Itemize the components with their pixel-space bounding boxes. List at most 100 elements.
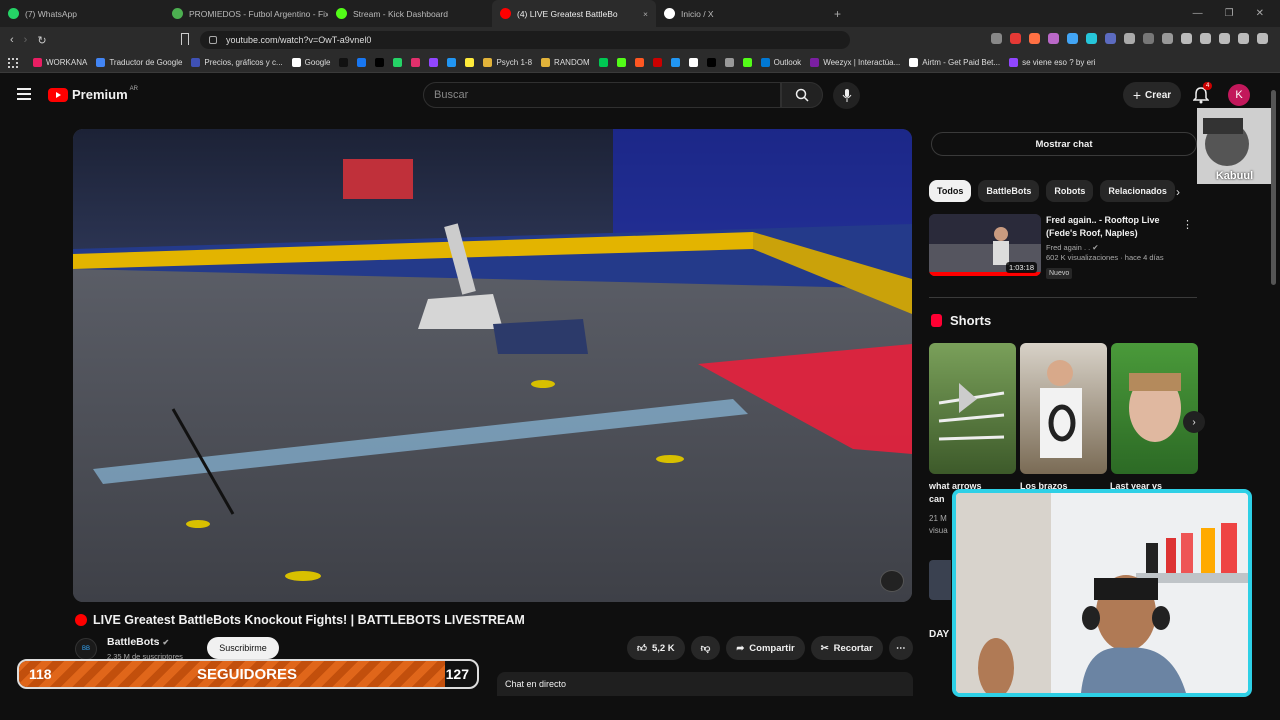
browser-tab[interactable]: (7) WhatsApp <box>0 0 164 27</box>
channel-name[interactable]: BattleBots ✔ <box>107 636 183 648</box>
followers-goal: 127 <box>445 666 469 682</box>
extension-icon[interactable] <box>1124 33 1135 44</box>
bookmark-item[interactable] <box>465 58 475 67</box>
bookmark-item[interactable]: Outlook <box>760 58 801 67</box>
bookmark-item[interactable] <box>357 58 367 67</box>
recommended-video[interactable]: 1:03:18 Fred again.. - Rooftop Live (Fed… <box>929 214 1197 279</box>
bookmark-page-icon[interactable] <box>181 33 189 45</box>
extension-icon[interactable] <box>1029 33 1040 44</box>
apps-grid-icon[interactable] <box>8 57 18 68</box>
rec-title[interactable]: Fred again.. - Rooftop Live (Fede's Roof… <box>1046 214 1184 240</box>
partial-thumbnail[interactable] <box>929 560 951 600</box>
extension-icon[interactable] <box>1162 33 1173 44</box>
browser-tab[interactable]: Inicio / X <box>656 0 820 27</box>
menu-icon[interactable] <box>1257 33 1268 44</box>
extension-icon[interactable] <box>1086 33 1097 44</box>
extension-icon[interactable] <box>1048 33 1059 44</box>
minimize-icon[interactable]: — <box>1193 8 1203 19</box>
extension-icon[interactable] <box>1143 33 1154 44</box>
account-avatar[interactable]: K <box>1228 84 1250 106</box>
filter-chip[interactable]: BattleBots <box>978 180 1040 202</box>
search-button[interactable] <box>781 82 823 108</box>
video-player[interactable] <box>73 129 912 602</box>
bookmark-item[interactable] <box>598 58 608 67</box>
short-thumbnail[interactable] <box>929 343 1016 474</box>
bookmark-item[interactable] <box>393 58 403 67</box>
browser-tab[interactable]: PROMIEDOS - Futbol Argentino - Fix <box>164 0 328 27</box>
site-info-icon[interactable] <box>209 36 217 44</box>
new-tab-icon[interactable]: + <box>820 7 855 21</box>
short-thumbnail[interactable] <box>1020 343 1107 474</box>
bookmark-item[interactable]: Precios, gráficos y c... <box>191 58 283 67</box>
extension-icon[interactable] <box>1010 33 1021 44</box>
bookmark-label: Traductor de Google <box>109 58 183 67</box>
forward-icon[interactable]: › <box>24 34 28 47</box>
filter-chip[interactable]: Robots <box>1046 180 1094 202</box>
partial-title[interactable]: DAY <box>929 629 949 640</box>
hamburger-menu-icon[interactable] <box>17 88 31 100</box>
create-button[interactable]: + Crear <box>1123 82 1181 108</box>
bookmark-item[interactable] <box>634 58 644 67</box>
extension-icon[interactable] <box>1067 33 1078 44</box>
more-actions-button[interactable]: ⋯ <box>888 636 913 660</box>
show-chat-button[interactable]: Mostrar chat <box>931 132 1197 156</box>
bookmark-item[interactable] <box>724 58 734 67</box>
bookmark-item[interactable] <box>742 58 752 67</box>
subscribe-button[interactable]: Suscribirme <box>207 637 279 659</box>
like-button[interactable]: 👍︎ 5,2 K <box>627 636 685 660</box>
music-icon[interactable] <box>1181 33 1192 44</box>
tab-favicon-icon <box>172 8 183 19</box>
bookmark-item[interactable]: Google <box>291 58 330 67</box>
bookmark-item[interactable]: WORKANA <box>33 58 87 67</box>
more-vert-icon[interactable]: ⋮ <box>1182 218 1193 231</box>
extension-icon[interactable] <box>1105 33 1116 44</box>
rec-channel[interactable]: Fred again . . ✔ <box>1046 243 1184 252</box>
bookmark-item[interactable]: Psych 1-8 <box>483 58 532 67</box>
bookmark-item[interactable] <box>447 58 457 67</box>
browser-tab[interactable]: (4) LIVE Greatest BattleBo × <box>492 0 656 27</box>
bookmark-item[interactable] <box>706 58 716 67</box>
bookmark-item[interactable]: se viene eso ? by eri <box>1009 58 1095 67</box>
bookmark-favicon-icon <box>465 58 475 67</box>
extension-icon[interactable] <box>991 33 1002 44</box>
close-tab-icon[interactable]: × <box>643 9 648 19</box>
live-chat-bar[interactable]: Chat en directo <box>497 672 913 696</box>
bookmark-item[interactable]: Traductor de Google <box>96 58 182 67</box>
bookmark-item[interactable] <box>429 58 439 67</box>
filter-chip[interactable]: Relacionados <box>1100 180 1175 202</box>
vpn-icon[interactable] <box>1238 33 1249 44</box>
clip-button[interactable]: ✂ Recortar <box>810 636 883 660</box>
dislike-button[interactable]: 👎︎ <box>690 636 721 660</box>
bookmark-item[interactable]: Weezyx | Interactúa... <box>810 58 900 67</box>
bookmark-item[interactable]: Airtm - Get Paid Bet... <box>909 58 1000 67</box>
bookmark-item[interactable] <box>339 58 349 67</box>
bookmark-item[interactable] <box>688 58 698 67</box>
close-window-icon[interactable]: ✕ <box>1256 8 1264 19</box>
short-thumbnail[interactable] <box>1111 343 1198 474</box>
sidebar-icon[interactable] <box>1200 33 1211 44</box>
channel-avatar[interactable]: BB <box>75 637 97 660</box>
shorts-next-button[interactable]: › <box>1183 411 1205 433</box>
bookmark-item[interactable] <box>616 58 626 67</box>
video-thumbnail[interactable]: 1:03:18 <box>929 214 1041 276</box>
search-input[interactable]: Buscar <box>423 82 781 108</box>
wallet-icon[interactable] <box>1219 33 1230 44</box>
bookmark-item[interactable] <box>652 58 662 67</box>
chevron-right-icon[interactable]: › <box>1176 185 1180 199</box>
voice-search-button[interactable] <box>833 82 860 109</box>
bookmark-favicon-icon <box>541 58 551 67</box>
restore-icon[interactable]: ❐ <box>1225 8 1234 19</box>
filter-chip[interactable]: Todos <box>929 180 972 202</box>
reload-icon[interactable]: ↻ <box>37 34 46 47</box>
browser-tab[interactable]: Stream - Kick Dashboard <box>328 0 492 27</box>
page-scrollbar[interactable] <box>1271 90 1276 285</box>
bookmark-item[interactable] <box>375 58 385 67</box>
url-field[interactable]: youtube.com/watch?v=OwT-a9vnel0 <box>200 31 850 49</box>
back-icon[interactable]: ‹ <box>10 34 14 47</box>
youtube-logo[interactable]: Premium AR <box>48 86 138 102</box>
bookmark-item[interactable] <box>411 58 421 67</box>
bookmark-item[interactable] <box>670 58 680 67</box>
notifications-button[interactable]: 4 <box>1192 82 1213 104</box>
bookmark-item[interactable]: RANDOM <box>541 58 590 67</box>
share-button[interactable]: ➦ Compartir <box>726 636 805 660</box>
